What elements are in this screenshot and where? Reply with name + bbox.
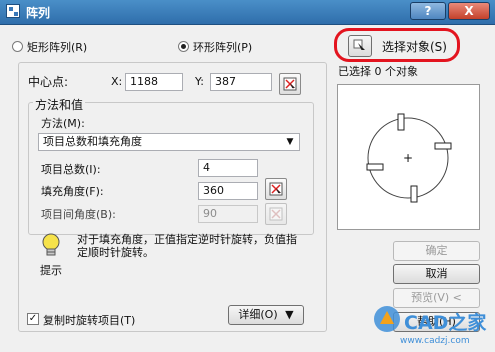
total-items-label: 项目总数(I): (41, 163, 101, 176)
rotate-items-checkbox[interactable]: ✓ (27, 313, 39, 325)
highlight-outline (334, 28, 460, 62)
cancel-button[interactable]: 取消 (393, 264, 480, 284)
polar-array-label[interactable]: 环形阵列(P) (193, 39, 252, 55)
method-label: 方法(M): (41, 117, 85, 130)
watermark-url: www.cadzj.com (400, 336, 470, 346)
lightbulb-icon (42, 233, 60, 256)
tip-text: 对于填充角度，正值指定逆时针旋转，负值指定顺时针旋转。 (77, 233, 297, 259)
center-y-field[interactable]: 387 (210, 73, 272, 91)
center-x-field[interactable]: 1188 (125, 73, 183, 91)
method-select[interactable]: 项目总数和填充角度 ▼ (38, 133, 300, 151)
rect-array-radio[interactable] (12, 41, 23, 52)
rotate-items-label[interactable]: 复制时旋转项目(T) (43, 312, 135, 328)
title-bar: 阵列 ? X (0, 0, 495, 25)
preview-drawing: + (366, 113, 452, 203)
angle-between-field: 90 (198, 205, 258, 223)
array-preview: + (337, 84, 480, 230)
tip-caption: 提示 (40, 264, 62, 277)
angle-between-label: 项目间角度(B): (41, 208, 116, 221)
watermark: CAD之家 www.cadzj.com (372, 300, 492, 350)
center-x-label: X: (111, 75, 123, 88)
selection-status: 已选择 0 个对象 (338, 65, 418, 78)
pick-angle-icon (269, 182, 283, 196)
center-point-label: 中心点: (28, 75, 69, 89)
rect-array-label[interactable]: 矩形阵列(R) (27, 39, 87, 55)
pick-fill-angle-button[interactable] (265, 178, 287, 200)
dialog-title: 阵列 (26, 6, 51, 20)
total-items-field[interactable]: 4 (198, 159, 258, 177)
chevron-down-icon: ▼ (286, 137, 294, 147)
details-button-label: 详细(O) (238, 308, 278, 321)
array-dialog: 阵列 ? X 矩形阵列(R) 环形阵列(P) 中心点: X: 1188 Y: 3… (0, 0, 495, 352)
fill-angle-field[interactable]: 360 (198, 182, 258, 200)
array-app-icon (6, 4, 20, 18)
pick-point-icon (283, 77, 297, 91)
help-title-button[interactable]: ? (410, 2, 446, 20)
double-chevron-down-icon: ▼ (285, 308, 294, 321)
method-values-title: 方法和值 (33, 96, 86, 113)
pick-angle-between-button (265, 203, 287, 225)
watermark-text: CAD之家 (404, 312, 487, 334)
method-select-value: 项目总数和填充角度 (43, 135, 142, 148)
close-button[interactable]: X (448, 2, 490, 20)
watermark-logo-icon (374, 306, 400, 332)
center-mark: + (403, 151, 413, 165)
pick-angle-disabled-icon (269, 207, 283, 221)
pick-center-button[interactable] (279, 73, 301, 95)
ok-button: 确定 (393, 241, 480, 261)
polar-array-radio[interactable] (178, 41, 189, 52)
details-button[interactable]: 详细(O) ▼ (228, 305, 304, 325)
center-y-label: Y: (195, 75, 204, 88)
fill-angle-label: 填充角度(F): (41, 185, 104, 198)
